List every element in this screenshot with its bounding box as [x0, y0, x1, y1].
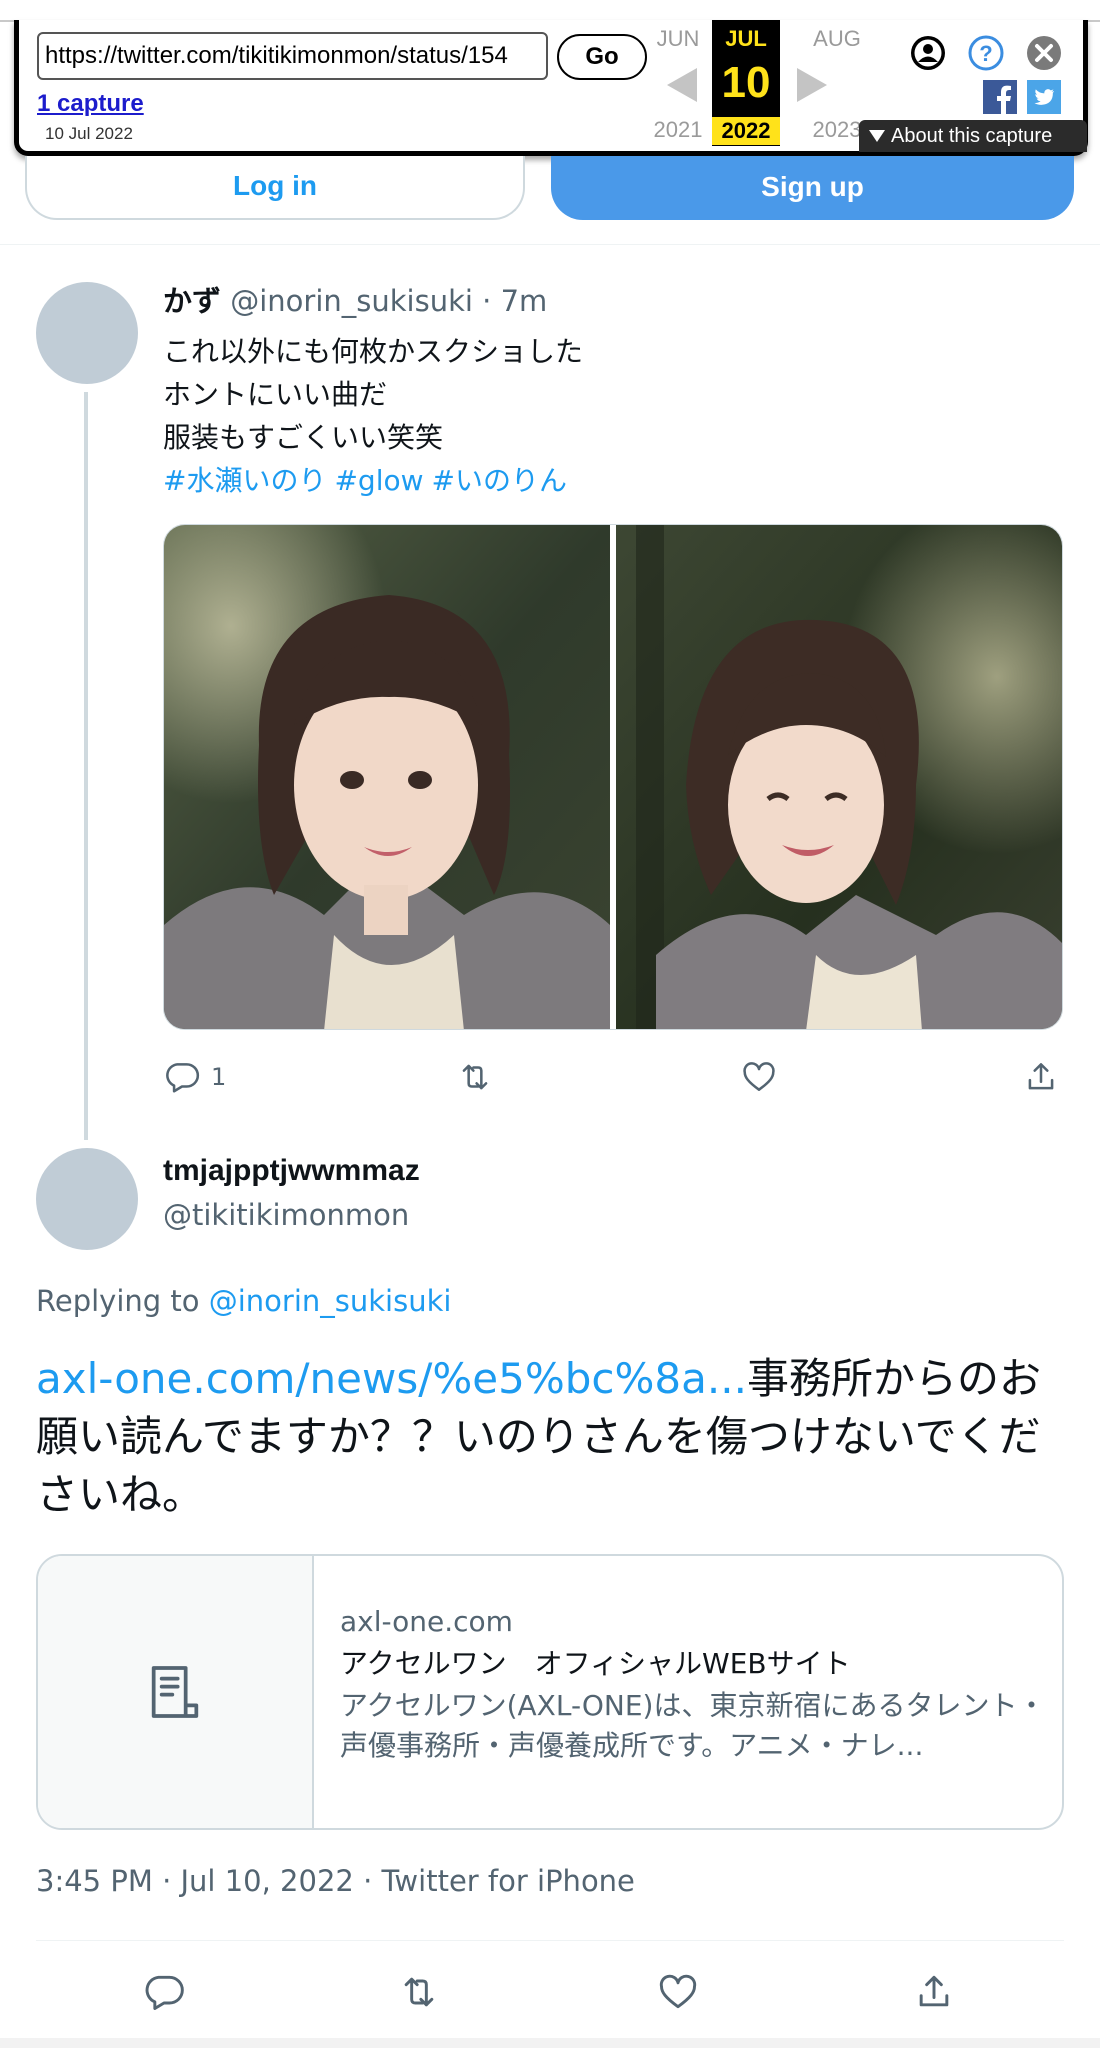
wayback-current-month: JUL	[725, 26, 767, 51]
heart-icon	[743, 1062, 775, 1091]
tweet-body: axl-one.com/news/%e5%bc%8a...事務所からのお願い読ん…	[36, 1350, 1066, 1524]
author-display-name[interactable]: tmjajpptjwwmmaz	[163, 1154, 420, 1188]
share-action[interactable]	[1022, 1058, 1060, 1096]
author-display-name[interactable]: かず	[163, 284, 221, 318]
author-handle-time[interactable]: @inorin_sukisuki · 7m	[230, 284, 547, 318]
tweet-timestamp[interactable]: 3:45 PM · Jul 10, 2022 · Twitter for iPh…	[36, 1864, 635, 1898]
tweet-text-line: ホントにいい曲だ	[163, 378, 388, 411]
link-preview-card[interactable]: axl-one.com アクセルワン オフィシャルWEBサイト アクセルワン(A…	[36, 1554, 1064, 1830]
signup-button[interactable]: Sign up	[551, 156, 1074, 220]
divider	[0, 244, 1100, 245]
page-bottom-edge	[0, 2038, 1100, 2048]
hashtag-link[interactable]: #glow	[334, 464, 423, 497]
share-icon	[919, 1975, 949, 2007]
wayback-top-edge	[0, 0, 1100, 22]
reply-icon	[145, 1975, 184, 2010]
tweet-link[interactable]: axl-one.com/news/%e5%bc%8a...	[36, 1354, 747, 1403]
close-icon[interactable]	[1025, 34, 1063, 72]
share-icon	[1028, 1063, 1054, 1090]
wayback-current-year: 2022	[712, 117, 780, 145]
wayback-url-input[interactable]: https://twitter.com/tikitikimonmon/statu…	[37, 32, 548, 80]
twitter-share-icon[interactable]	[1025, 78, 1063, 116]
login-button[interactable]: Log in	[25, 156, 525, 220]
reply-action[interactable]	[142, 1970, 186, 2014]
like-action[interactable]	[740, 1058, 778, 1096]
wayback-current-day: 10	[712, 54, 780, 112]
svg-text:?: ?	[979, 41, 992, 66]
like-action[interactable]	[656, 1970, 700, 2014]
avatar[interactable]	[36, 282, 138, 384]
wayback-next-arrow-icon[interactable]	[797, 68, 827, 102]
wayback-captures-link[interactable]: 1 capture	[37, 90, 144, 118]
author-handle[interactable]: @tikitikimonmon	[163, 1198, 409, 1232]
heart-icon	[659, 1974, 697, 2009]
hashtag-link[interactable]: #いのりん	[432, 464, 567, 497]
reply-count: 1	[211, 1063, 227, 1091]
avatar[interactable]	[36, 1148, 138, 1250]
reply-action[interactable]: 1	[163, 1058, 226, 1096]
tweet-text-line: 服装もすごくいい笑笑	[163, 421, 444, 454]
tweet-photo[interactable]	[616, 525, 1062, 1029]
wayback-prev-month[interactable]: JUN	[644, 26, 712, 52]
about-capture-label: About this capture	[891, 125, 1053, 147]
retweet-action[interactable]	[396, 1970, 442, 2014]
tweet-media	[163, 524, 1063, 1030]
facebook-icon[interactable]	[981, 78, 1019, 116]
wayback-prev-year[interactable]: 2021	[644, 117, 712, 143]
document-icon	[151, 1666, 199, 1718]
wayback-next-month[interactable]: AUG	[803, 26, 871, 52]
tweet-text: これ以外にも何枚かスクショした ホントにいい曲だ 服装もすごくいい笑笑 #水瀬い…	[163, 330, 583, 502]
retweet-action[interactable]	[455, 1058, 495, 1096]
card-description: アクセルワン(AXL-ONE)は、東京新宿にあるタレント・声優事務所・声優養成所…	[340, 1689, 1046, 1762]
divider	[36, 1940, 1064, 1941]
user-account-icon[interactable]	[909, 34, 947, 72]
about-capture-button[interactable]: About this capture	[859, 120, 1087, 152]
wayback-go-button[interactable]: Go	[557, 34, 647, 80]
tweet-text-line: これ以外にも何枚かスクショした	[163, 335, 584, 368]
card-title: アクセルワン オフィシャルWEBサイト	[340, 1647, 851, 1680]
card-thumbnail	[38, 1556, 314, 1828]
card-domain: axl-one.com	[340, 1605, 513, 1638]
replying-to: Replying to @inorin_sukisuki	[36, 1284, 451, 1318]
thread-connector-line	[84, 392, 88, 1140]
tweet-header: かず @inorin_sukisuki · 7m	[163, 282, 547, 320]
retweet-icon	[462, 1064, 488, 1090]
reply-icon	[166, 1063, 200, 1093]
share-action[interactable]	[912, 1970, 956, 2014]
wayback-capture-date: 10 Jul 2022	[45, 124, 133, 143]
tweet-photo[interactable]	[164, 525, 610, 1029]
replying-to-label: Replying to	[36, 1284, 200, 1318]
hashtag-list: #水瀬いのり #glow #いのりん	[163, 459, 583, 502]
retweet-icon	[404, 1977, 434, 2007]
mention-link[interactable]: @inorin_sukisuki	[209, 1284, 452, 1318]
wayback-prev-arrow-icon[interactable]	[667, 68, 697, 102]
triangle-down-icon	[869, 130, 885, 142]
card-body: axl-one.com アクセルワン オフィシャルWEBサイト アクセルワン(A…	[314, 1556, 1062, 1828]
wayback-toolbar: https://twitter.com/tikitikimonmon/statu…	[14, 20, 1088, 156]
hashtag-link[interactable]: #水瀬いのり	[163, 464, 326, 497]
help-icon[interactable]: ?	[967, 34, 1005, 72]
